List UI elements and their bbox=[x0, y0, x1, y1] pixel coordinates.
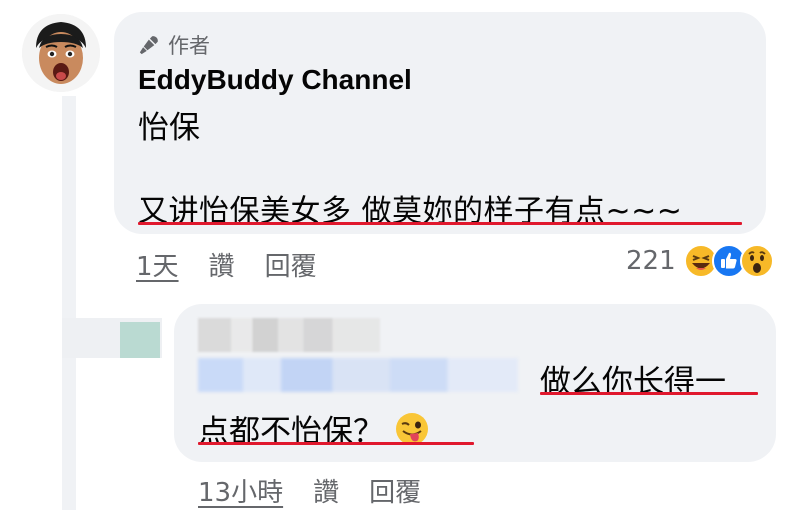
comment-actions: 1天 讚 回覆 bbox=[136, 246, 317, 283]
red-underline-annotation bbox=[540, 392, 758, 395]
reaction-icons bbox=[683, 244, 774, 278]
reaction-count: 221 bbox=[626, 246, 676, 276]
red-underline-annotation bbox=[138, 222, 742, 225]
reaction-summary[interactable]: 221 bbox=[626, 244, 774, 278]
avatar-face-image bbox=[22, 14, 100, 92]
thread-connector-line bbox=[62, 96, 76, 510]
microphone-icon bbox=[139, 36, 158, 55]
reply-actions: 13小時 讚 回覆 bbox=[198, 472, 421, 509]
reply-author-name-blurred[interactable] bbox=[198, 318, 380, 352]
reply-avatar-blurred[interactable] bbox=[120, 322, 160, 358]
comment-thread: 作者 EddyBuddy Channel 怡保 又讲怡保美女多 做莫妳的样子有点… bbox=[0, 0, 800, 510]
timestamp-link[interactable]: 1天 bbox=[136, 246, 179, 283]
red-underline-annotation bbox=[198, 442, 474, 445]
author-badge-label: 作者 bbox=[168, 34, 210, 58]
author-name-link[interactable]: EddyBuddy Channel bbox=[138, 64, 412, 96]
author-badge: 作者 bbox=[138, 30, 210, 60]
reply-text-blurred bbox=[198, 358, 518, 392]
like-button[interactable]: 讚 bbox=[209, 246, 235, 283]
reply-button[interactable]: 回覆 bbox=[265, 246, 317, 283]
reply-like-button[interactable]: 讚 bbox=[313, 472, 339, 509]
reply-reply-button[interactable]: 回覆 bbox=[369, 472, 421, 509]
author-avatar[interactable] bbox=[22, 14, 100, 92]
comment-text-line1: 怡保 bbox=[138, 110, 200, 146]
wow-icon bbox=[739, 244, 774, 278]
reply-timestamp-link[interactable]: 13小時 bbox=[198, 472, 283, 509]
